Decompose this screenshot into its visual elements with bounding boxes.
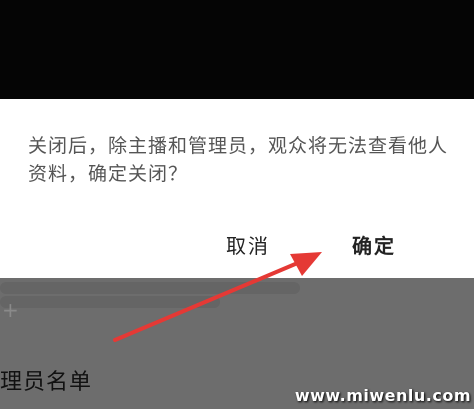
add-icon[interactable]: + [2,300,19,320]
confirm-button[interactable]: 确定 [352,230,396,259]
dialog-message: 关闭后，除主播和管理员，观众将无法查看他人资料，确定关闭？ [28,135,449,185]
blurred-content-line [0,282,300,294]
dark-backdrop [0,0,474,100]
admin-list-title: 理员名单 [0,370,93,395]
blurred-content-line [0,296,220,308]
site-watermark: www.miwenlu.com [294,386,471,405]
cancel-button[interactable]: 取消 [226,230,270,259]
